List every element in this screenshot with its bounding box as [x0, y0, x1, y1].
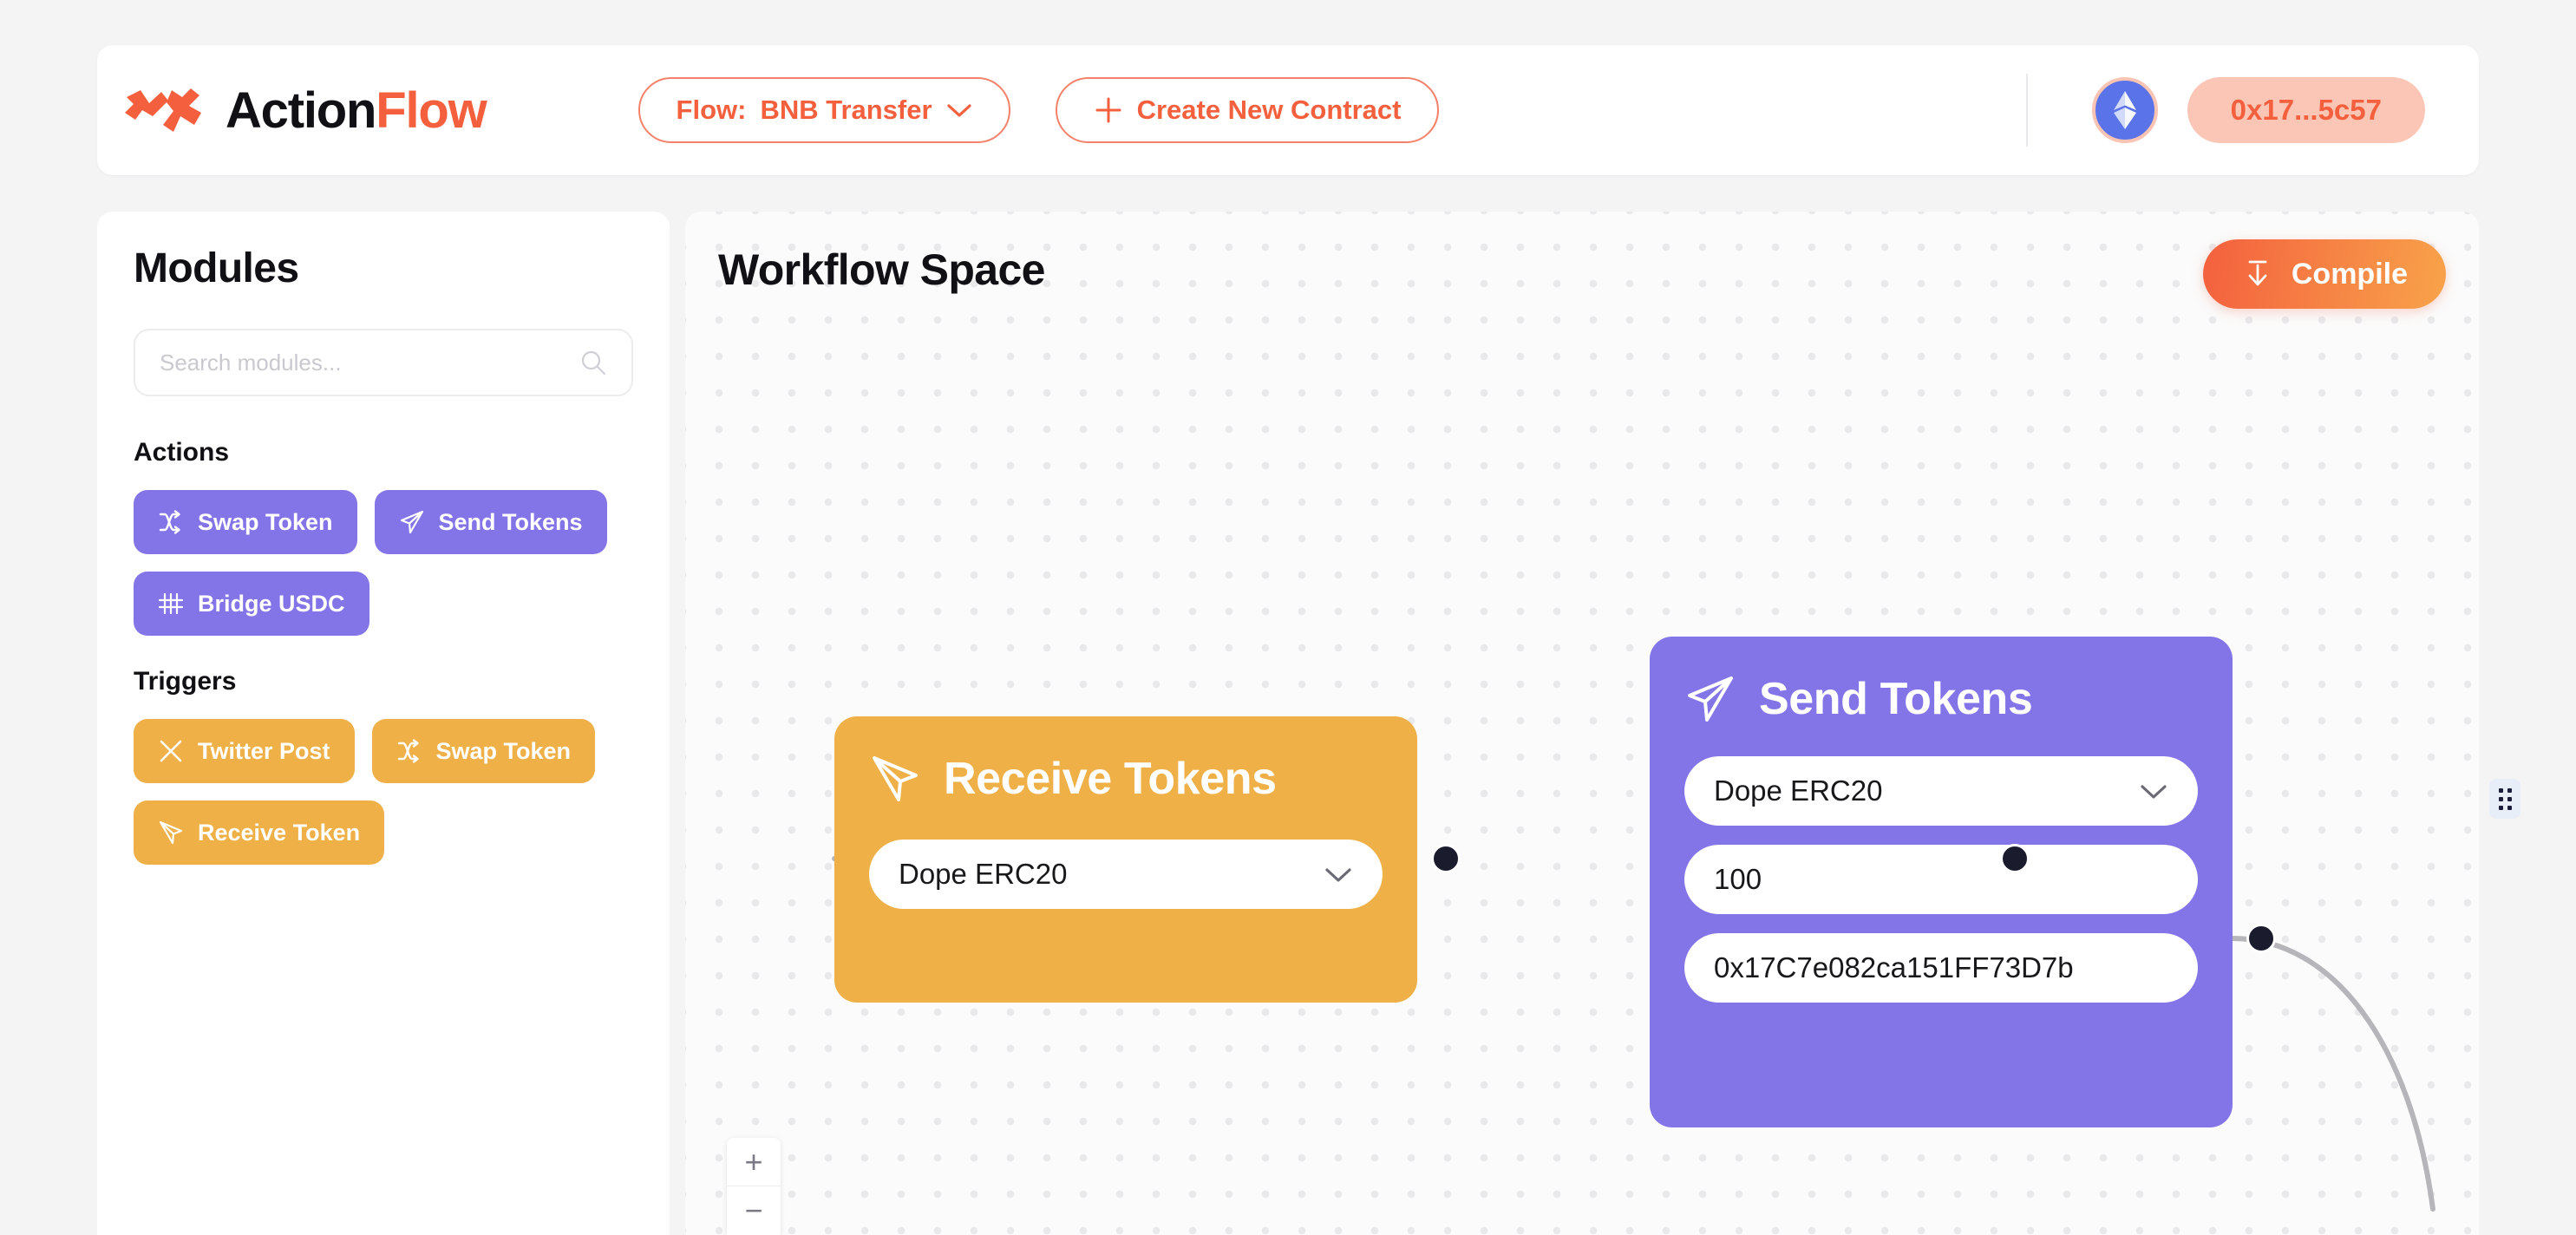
- workflow-canvas[interactable]: Workflow Space Compile Receive Tokens Do…: [685, 212, 2479, 1235]
- chevron-down-icon: [2141, 785, 2167, 799]
- module-chip-swap-token-action[interactable]: Swap Token: [134, 490, 357, 554]
- compile-button-label: Compile: [2291, 257, 2408, 291]
- bridge-icon: [158, 592, 184, 615]
- node-send-amount-input[interactable]: 100: [1684, 845, 2198, 914]
- compile-download-icon: [2248, 260, 2267, 286]
- node-send-token-select[interactable]: Dope ERC20: [1684, 756, 2198, 826]
- search-input[interactable]: [160, 349, 607, 376]
- node-send-recipient-value: 0x17C7e082ca151FF73D7b: [1714, 951, 2074, 983]
- header-divider: [2025, 74, 2028, 147]
- module-chip-label: Swap Token: [198, 508, 333, 535]
- shuffle-icon: [397, 739, 419, 763]
- flow-selector[interactable]: Flow: BNB Transfer: [637, 77, 1010, 143]
- wallet-address-pill[interactable]: 0x17...5c57: [2187, 77, 2425, 143]
- wallet-address-text: 0x17...5c57: [2230, 94, 2382, 126]
- module-chip-label: Bridge USDC: [198, 590, 345, 617]
- chevron-down-icon: [1325, 868, 1351, 882]
- node-title-row: Send Tokens: [1684, 673, 2198, 725]
- node-send-amount-value: 100: [1714, 863, 1762, 895]
- search-modules-wrapper: [134, 329, 633, 396]
- create-new-contract-button[interactable]: Create New Contract: [1055, 77, 1440, 143]
- module-chip-swap-token-trigger[interactable]: Swap Token: [371, 719, 596, 783]
- module-chip-label: Receive Token: [198, 819, 361, 846]
- zoom-in-button[interactable]: +: [727, 1138, 781, 1186]
- canvas-title: Workflow Space: [718, 245, 1045, 294]
- module-chip-send-tokens-action[interactable]: Send Tokens: [374, 490, 607, 554]
- group-title-actions: Actions: [134, 438, 230, 467]
- brand-name-accent: Flow: [376, 82, 487, 139]
- node-send-token-value: Dope ERC20: [1714, 774, 1883, 807]
- group-title-triggers: Triggers: [134, 667, 237, 696]
- module-chip-twitter-post[interactable]: Twitter Post: [134, 719, 355, 783]
- x-twitter-icon: [160, 740, 182, 762]
- brand-text: ActionFlow: [226, 82, 487, 140]
- panel-resize-handle[interactable]: [2489, 779, 2520, 819]
- modules-sidebar: Modules Actions Swap Token: [97, 212, 670, 1235]
- canvas-zoom-controls: + −: [727, 1138, 781, 1235]
- node-receive-token-value: Dope ERC20: [899, 858, 1068, 890]
- brand-name-primary: Action: [226, 82, 376, 139]
- node-title-row: Receive Tokens: [869, 753, 1383, 805]
- module-group-actions: Actions Swap Token Send Tokens Bridge US…: [134, 438, 633, 636]
- receive-plane-icon: [873, 756, 918, 801]
- compile-button[interactable]: Compile: [2202, 239, 2446, 309]
- module-chip-receive-token[interactable]: Receive Token: [134, 800, 385, 865]
- node-receive-handle-left[interactable]: [1431, 844, 1461, 873]
- module-chip-label: Twitter Post: [198, 737, 330, 764]
- zoom-out-button[interactable]: −: [727, 1186, 781, 1235]
- node-title-text: Send Tokens: [1759, 674, 2033, 724]
- node-send-handle-left[interactable]: [2246, 924, 2276, 953]
- module-group-triggers: Triggers Twitter Post Swap Token Receive…: [134, 667, 633, 865]
- actions-chip-row: Swap Token Send Tokens Bridge USDC: [134, 490, 633, 636]
- node-receive-handle-right[interactable]: [2000, 844, 2030, 873]
- module-chip-bridge-usdc[interactable]: Bridge USDC: [134, 572, 369, 636]
- node-send-recipient-input[interactable]: 0x17C7e082ca151FF73D7b: [1684, 933, 2198, 1003]
- ethereum-icon: [2113, 91, 2136, 129]
- node-receive-token-select[interactable]: Dope ERC20: [869, 840, 1383, 909]
- flow-selector-value: BNB Transfer: [760, 95, 932, 125]
- workflow-node-receive-tokens[interactable]: Receive Tokens Dope ERC20: [834, 716, 1417, 1003]
- chain-badge[interactable]: [2091, 77, 2158, 143]
- actionflow-logo-icon: [125, 88, 201, 132]
- search-icon: [581, 350, 606, 376]
- module-chip-label: Send Tokens: [438, 508, 583, 535]
- app-header: ActionFlow Flow: BNB Transfer Create New…: [97, 45, 2479, 175]
- shuffle-icon: [159, 510, 180, 534]
- paper-plane-icon: [1688, 676, 1733, 722]
- sidebar-title: Modules: [134, 245, 299, 291]
- flow-selector-label: Flow:: [676, 95, 747, 125]
- create-new-contract-label: Create New Contract: [1136, 95, 1402, 125]
- node-title-text: Receive Tokens: [944, 754, 1277, 804]
- chevron-down-icon: [946, 104, 971, 117]
- drag-dots-icon: [2498, 787, 2512, 810]
- paper-plane-icon: [400, 510, 423, 534]
- module-chip-label: Swap Token: [435, 737, 572, 764]
- workflow-node-send-tokens[interactable]: Send Tokens Dope ERC20 100 0x17C7e082ca1…: [1650, 637, 2233, 1127]
- plus-icon: [1095, 97, 1121, 123]
- receive-plane-icon: [159, 820, 183, 845]
- header-center-actions: Flow: BNB Transfer Create New Contract: [637, 77, 1440, 143]
- triggers-chip-row: Twitter Post Swap Token Receive Token: [134, 719, 633, 865]
- brand: ActionFlow: [123, 82, 487, 140]
- header-right: 0x17...5c57: [2025, 74, 2479, 147]
